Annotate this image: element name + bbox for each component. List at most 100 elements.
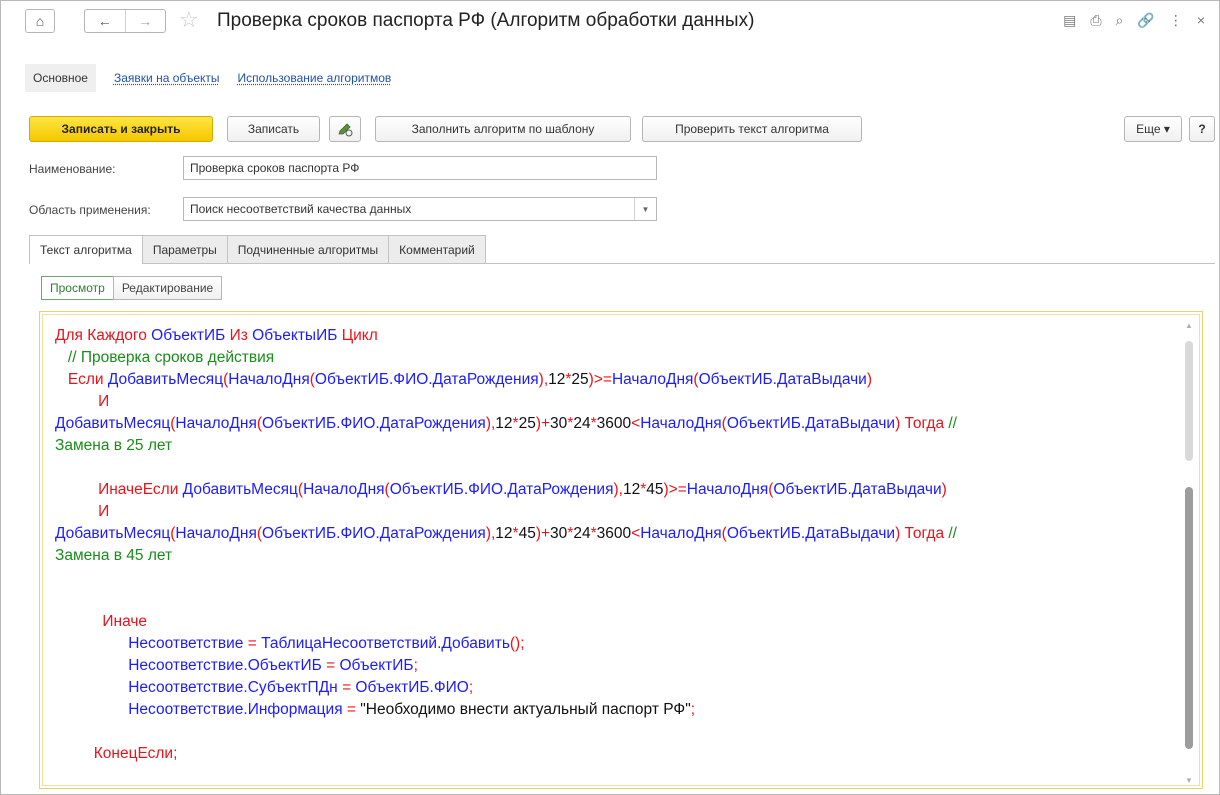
code-token: НачалоДня — [175, 415, 257, 432]
code-token: Замена в 25 лет — [55, 437, 173, 454]
more-vertical-icon[interactable]: ⋮ — [1169, 12, 1183, 29]
code-line: КонецЕсли; — [55, 743, 1183, 765]
code-token: < — [631, 415, 641, 432]
back-arrow-icon[interactable]: ← — [85, 13, 125, 29]
code-token: Несоответствие.СубъектПДн — [55, 679, 343, 696]
code-token: 12 — [495, 525, 513, 542]
code-token: 3600 — [596, 525, 632, 542]
code-token: КонецЕсли; — [55, 745, 178, 762]
code-token: ОбъектИБ.ФИО — [355, 679, 469, 696]
code-token: 12 — [495, 415, 513, 432]
save-button[interactable]: Записать — [227, 116, 320, 142]
code-token: ОбъектИБ.ДатаВыдачи — [726, 415, 896, 432]
code-token: НачалоДня — [611, 371, 694, 388]
code-token: )>= — [588, 371, 612, 388]
code-token: НачалоДня — [640, 525, 722, 542]
code-token: ОбъектИБ.ФИО.ДатаРождения — [314, 371, 539, 388]
code-token: ; — [413, 657, 418, 674]
code-token: ОбъектИБ.ФИО.ДатаРождения — [262, 415, 486, 432]
favorite-star-icon[interactable]: ☆ — [179, 7, 199, 33]
help-button[interactable]: ? — [1189, 116, 1215, 142]
code-token: ОбъектИБ.ФИО.ДатаРождения — [262, 525, 486, 542]
more-menu-button[interactable]: Еще ▾ — [1124, 116, 1182, 142]
code-token: Цикл — [341, 327, 378, 344]
print-icon[interactable]: ⎙ — [1090, 12, 1101, 29]
scroll-down-icon[interactable]: ▼ — [1185, 776, 1193, 785]
tab-bar: Текст алгоритма Параметры Подчиненные ал… — [29, 235, 486, 264]
code-token: 30 — [550, 415, 568, 432]
view-mode-button[interactable]: Просмотр — [41, 276, 114, 300]
code-token: ИначеЕсли — [55, 481, 183, 498]
code-token: // — [948, 525, 957, 542]
code-token: 45 — [518, 525, 536, 542]
code-token: ), — [538, 371, 549, 388]
forward-arrow-icon[interactable]: → — [126, 13, 166, 29]
code-token: (); — [509, 635, 525, 652]
code-token: 25 — [571, 371, 589, 388]
scroll-up-icon[interactable]: ▲ — [1185, 321, 1193, 330]
code-line: Замена в 25 лет — [55, 435, 1183, 457]
code-token: Иначе — [55, 613, 148, 630]
code-token: НачалоДня — [228, 371, 310, 388]
algorithm-code-text: Для Каждого ОбъектИБ Из ОбъектыИБ Цикл /… — [55, 325, 1183, 785]
link-icon[interactable]: 🔗 — [1137, 12, 1154, 29]
code-token: ДобавитьМесяц — [182, 481, 298, 498]
area-select[interactable]: Поиск несоответствий качества данных ▼ — [183, 197, 657, 221]
name-field[interactable]: Проверка сроков паспорта РФ — [183, 156, 657, 180]
tab-parameters[interactable]: Параметры — [141, 235, 228, 263]
code-token: ; — [690, 701, 696, 718]
scroll-thumb[interactable] — [1185, 487, 1193, 749]
nav-algorithm-usage-link[interactable]: Использование алгоритмов — [238, 71, 392, 85]
nav-main[interactable]: Основное — [25, 64, 96, 92]
code-token: ), — [485, 525, 496, 542]
edit-pen-button[interactable] — [329, 116, 361, 142]
command-bar: Записать и закрыть Записать Заполнить ал… — [29, 116, 1215, 142]
code-token: И — [55, 393, 110, 410]
code-token: 45 — [646, 481, 664, 498]
code-line: Несоответствие.Информация = "Необходимо … — [55, 699, 1183, 721]
home-button[interactable]: ⌂ — [25, 9, 55, 33]
fill-by-template-button[interactable]: Заполнить алгоритм по шаблону — [375, 116, 631, 142]
algorithm-form-window: ⌂ ← → ☆ Проверка сроков паспорта РФ (Алг… — [0, 0, 1220, 795]
code-line: Иначе — [55, 611, 1183, 633]
tab-comment[interactable]: Комментарий — [388, 235, 486, 263]
code-token: = — [342, 679, 356, 696]
tab-algorithm-text[interactable]: Текст алгоритма — [29, 235, 143, 264]
check-algorithm-text-button[interactable]: Проверить текст алгоритма — [642, 116, 862, 142]
code-token: = — [326, 657, 340, 674]
code-token: ) Тогда — [895, 415, 949, 432]
vertical-scrollbar[interactable]: ▲ ▼ — [1183, 321, 1195, 785]
code-token: Замена в 45 лет — [55, 547, 173, 564]
code-token: ОбъектыИБ — [252, 327, 342, 344]
nav-object-requests-link[interactable]: Заявки на объекты — [114, 71, 220, 85]
code-token: "Необходимо внести актуальный паспорт РФ… — [360, 701, 691, 718]
code-token: ; — [468, 679, 474, 696]
save-document-icon[interactable]: ▤ — [1063, 12, 1076, 29]
preview-icon[interactable]: ⌕ — [1116, 12, 1124, 29]
code-token: ТаблицаНесоответствий.Добавить — [261, 635, 510, 652]
code-token: 3600 — [596, 415, 632, 432]
algorithm-code-viewer[interactable]: Для Каждого ОбъектИБ Из ОбъектыИБ Цикл /… — [42, 314, 1200, 786]
code-line: Если ДобавитьМесяц(НачалоДня(ОбъектИБ.ФИ… — [55, 369, 1183, 391]
tab-subordinate-algorithms[interactable]: Подчиненные алгоритмы — [226, 235, 390, 263]
form-navigation: Основное Заявки на объекты Использование… — [25, 63, 391, 93]
code-token: ) — [941, 481, 947, 498]
scroll-track — [1185, 341, 1193, 461]
code-token: ОбъектИБ.ДатаВыдачи — [773, 481, 942, 498]
code-token: )+ — [535, 415, 551, 432]
code-token: // — [948, 415, 957, 432]
dropdown-arrow-icon[interactable]: ▼ — [634, 198, 656, 220]
tab-divider — [29, 263, 1215, 264]
code-token: < — [631, 525, 641, 542]
code-line: Несоответствие = ТаблицаНесоответствий.Д… — [55, 633, 1183, 655]
code-line: ДобавитьМесяц(НачалоДня(ОбъектИБ.ФИО.Дат… — [55, 523, 1183, 545]
code-token: НачалоДня — [686, 481, 769, 498]
close-icon[interactable]: × — [1197, 12, 1205, 29]
edit-mode-button[interactable]: Редактирование — [112, 276, 223, 300]
pen-edit-icon — [338, 123, 353, 137]
home-icon: ⌂ — [35, 13, 45, 29]
code-token: НачалоДня — [175, 525, 257, 542]
save-and-close-button[interactable]: Записать и закрыть — [29, 116, 213, 142]
code-line: ИначеЕсли ДобавитьМесяц(НачалоДня(Объект… — [55, 479, 1183, 501]
